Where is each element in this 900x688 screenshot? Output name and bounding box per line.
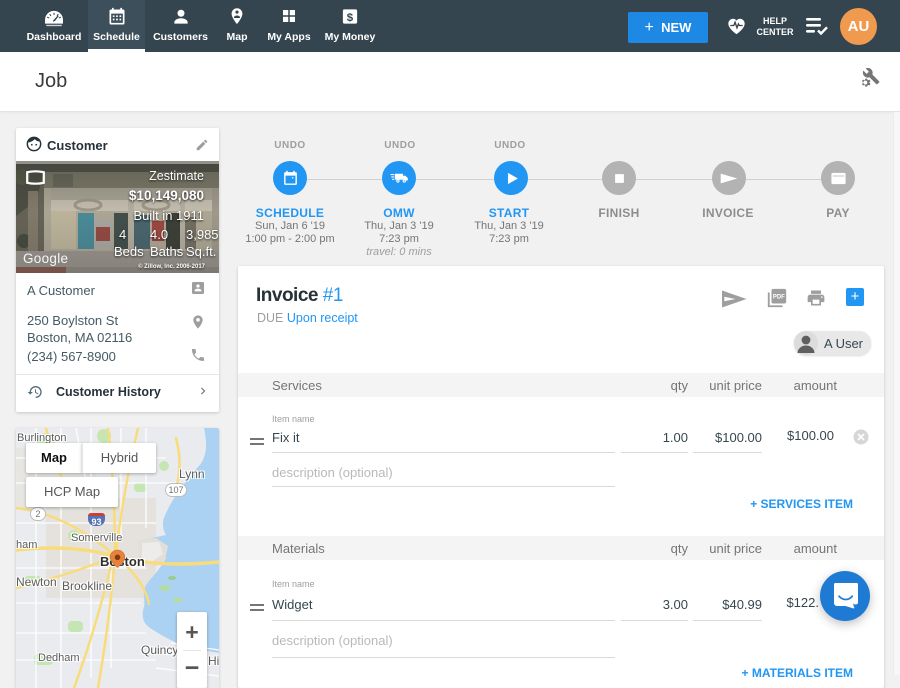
svg-text:PDF: PDF (773, 294, 785, 300)
svg-text:$: $ (347, 12, 354, 24)
